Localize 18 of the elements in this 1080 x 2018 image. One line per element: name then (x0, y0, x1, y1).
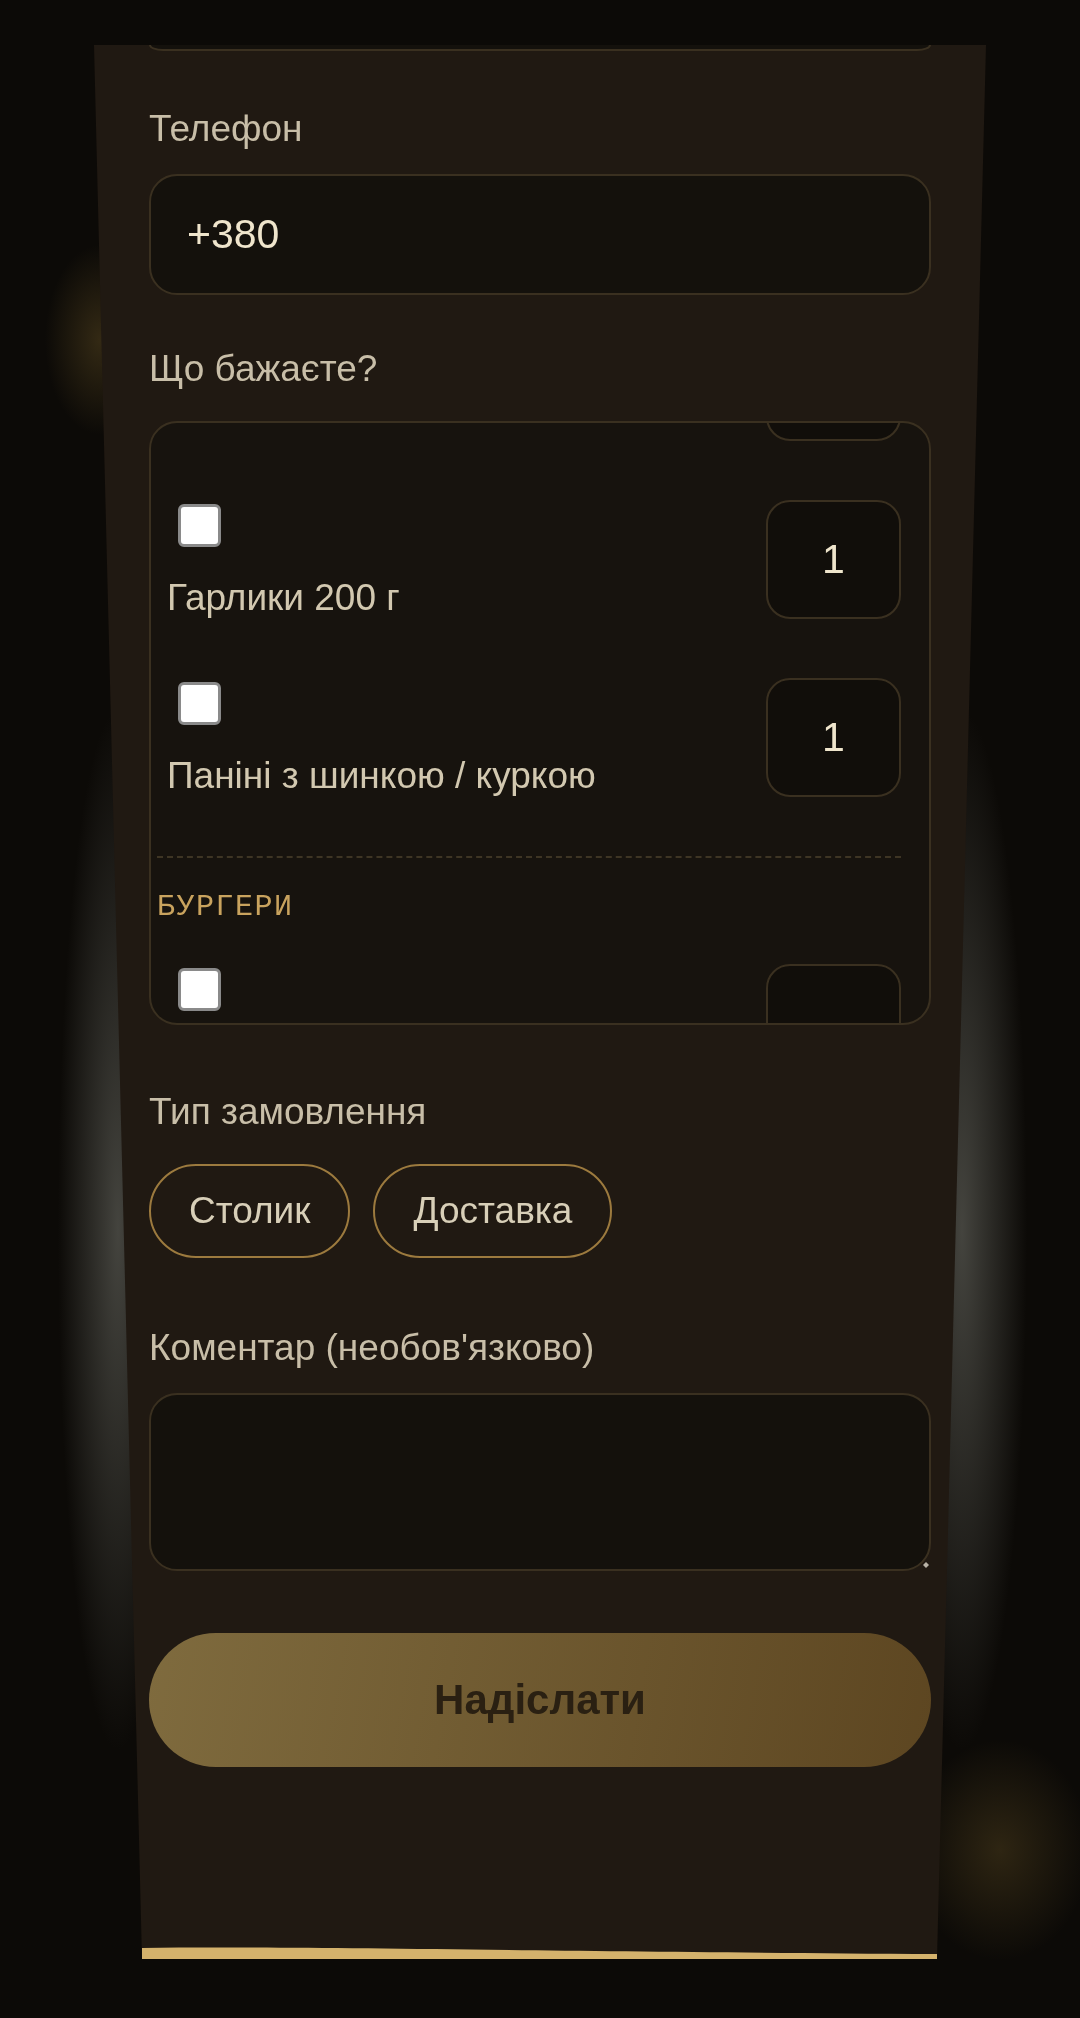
input-field[interactable]: +380 (149, 174, 931, 295)
order-type-option[interactable]: Столик (149, 1164, 351, 1258)
resize-grip-icon[interactable] (923, 1562, 929, 1568)
checkbox[interactable] (178, 504, 221, 547)
item-name: Гарлики 200 г (167, 576, 400, 619)
checkbox[interactable] (178, 682, 221, 725)
category-heading: БУРГЕРИ (157, 890, 294, 924)
field-label: Тип замовлення (149, 1090, 427, 1133)
input-field[interactable] (149, 45, 931, 51)
order-type-option[interactable]: Доставка (373, 1164, 613, 1258)
checkbox[interactable] (178, 968, 221, 1011)
field-label: Коментар (необов'язково) (149, 1326, 595, 1369)
field-label: Телефон (149, 107, 303, 150)
quantity-field[interactable]: 1 (766, 678, 901, 797)
field-label: Що бажаєте? (149, 347, 378, 390)
quantity-field[interactable]: 1 (766, 500, 901, 619)
item-name: Паніні з шинкою / куркою (167, 754, 596, 797)
comment-field[interactable] (149, 1393, 931, 1571)
